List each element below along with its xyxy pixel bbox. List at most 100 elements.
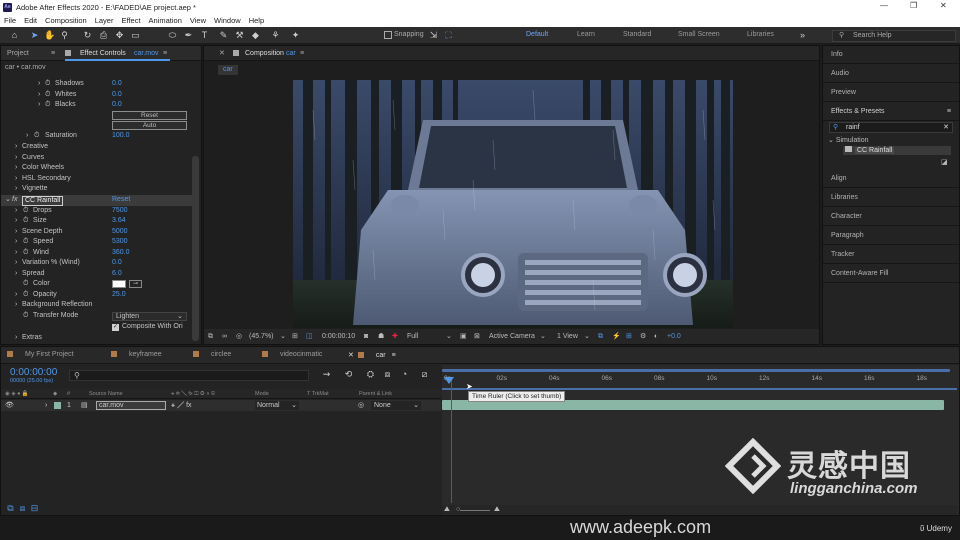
layer-label-color[interactable] xyxy=(54,402,61,409)
composition-viewer[interactable] xyxy=(293,80,733,328)
tab-project[interactable]: Project xyxy=(7,46,29,61)
transparency-grid-icon[interactable]: ⊠ xyxy=(474,329,480,344)
prop-value[interactable]: 25.0 xyxy=(112,290,126,301)
eye-icon[interactable]: 👁 xyxy=(5,400,14,411)
clone-stamp-tool-icon[interactable]: ⚒ xyxy=(234,30,245,41)
menu-window[interactable]: Window xyxy=(214,16,241,25)
tab-car[interactable]: ✕ car ≡ xyxy=(348,351,396,359)
ec-group-vignette[interactable]: › Vignette xyxy=(1,184,196,195)
zoom-tool-icon[interactable]: ⚲ xyxy=(59,30,70,41)
col-mode[interactable]: Mode xyxy=(255,389,269,399)
stopwatch-icon[interactable]: ⏱ xyxy=(23,237,28,248)
workspace-standard[interactable]: Standard xyxy=(623,31,651,38)
roto-brush-tool-icon[interactable]: ⚘ xyxy=(270,30,281,41)
panel-tracker[interactable]: Tracker xyxy=(823,246,959,264)
prop-value[interactable]: 3.64 xyxy=(112,216,126,227)
ec-group-creative[interactable]: › Creative xyxy=(1,142,196,153)
exposure-icon[interactable]: ◐ xyxy=(654,329,658,344)
ec-prop-variation-wind[interactable]: › Variation % (Wind) 0.0 xyxy=(1,258,196,269)
view-layout-dropdown[interactable]: 1 View xyxy=(557,329,578,344)
tab-keyframee[interactable]: keyframee xyxy=(111,351,162,358)
layer-switches[interactable]: ⚹ ╱ fx xyxy=(171,400,192,411)
stopwatch-icon[interactable]: ⏱ xyxy=(23,311,28,322)
time-ruler[interactable]: 0s 02s 04s 06s 08s 10s 12s 14s 16s 18s xyxy=(442,375,957,387)
grid-icon[interactable]: ◫ xyxy=(306,329,313,344)
stopwatch-icon[interactable]: ⏱ xyxy=(23,216,28,227)
close-tab-icon[interactable]: ✕ xyxy=(348,352,354,359)
mask-visibility-icon[interactable]: ◎ xyxy=(236,329,242,344)
snap-edge-icon[interactable]: ⛶ xyxy=(443,30,454,41)
panel-info[interactable]: Info xyxy=(823,46,959,64)
snapshot-icon[interactable]: ◙ xyxy=(364,329,368,344)
ec-prop-drops[interactable]: › ⏱ Drops 7500 xyxy=(1,206,196,217)
minimize-icon[interactable]: — xyxy=(880,1,888,10)
menu-animation[interactable]: Animation xyxy=(149,16,182,25)
close-tab-icon[interactable]: ✕ xyxy=(219,46,225,61)
panel-menu-icon[interactable]: ≡ xyxy=(300,46,304,61)
rectangle-tool-icon[interactable]: ▭ xyxy=(130,30,141,41)
stopwatch-icon[interactable]: ⏱ xyxy=(23,248,28,259)
ec-group-color-wheels[interactable]: › Color Wheels xyxy=(1,163,196,174)
prop-value[interactable]: 100.0 xyxy=(112,131,130,142)
prop-value[interactable]: 0.0 xyxy=(112,90,122,101)
safe-margins-icon[interactable]: ⊞ xyxy=(292,329,298,344)
menu-icon[interactable]: ≡ xyxy=(51,46,55,61)
menu-composition[interactable]: Composition xyxy=(45,16,87,25)
stopwatch-icon[interactable]: ⏱ xyxy=(23,279,28,290)
ec-prop-wind[interactable]: › ⏱ Wind 360.0 xyxy=(1,248,196,259)
zoom-in-icon[interactable]: ⛰ xyxy=(494,505,500,515)
ec-row-whites[interactable]: › ⏱ Whites 0.0 xyxy=(1,90,196,101)
reset-button[interactable]: Reset xyxy=(112,111,187,120)
fx-icon[interactable]: fx xyxy=(12,195,17,206)
tab-circlee[interactable]: circlee xyxy=(193,351,231,358)
close-icon[interactable]: ✕ xyxy=(940,1,947,10)
prop-value[interactable]: 5300 xyxy=(112,237,128,248)
3d-glasses-icon[interactable]: ∞ xyxy=(222,329,227,344)
playhead-line[interactable] xyxy=(451,378,452,503)
stopwatch-icon[interactable]: ⏱ xyxy=(23,206,28,217)
eyedropper-icon[interactable]: ⊸ xyxy=(129,280,142,288)
menu-layer[interactable]: Layer xyxy=(95,16,114,25)
channel-icon[interactable]: ✚ xyxy=(392,329,398,344)
menu-file[interactable]: File xyxy=(4,16,16,25)
workspace-small-screen[interactable]: Small Screen xyxy=(678,31,720,38)
effects-search-input[interactable]: ⚲ rainf ✕ xyxy=(829,122,953,133)
ellipse-tool-icon[interactable]: ⬭ xyxy=(167,30,178,41)
ec-prop-background-reflection[interactable]: › Background Reflection xyxy=(1,300,196,311)
show-snapshot-icon[interactable]: ☗ xyxy=(378,329,384,344)
panel-content-aware-fill[interactable]: Content-Aware Fill xyxy=(823,265,959,283)
pen-tool-icon[interactable]: ✒ xyxy=(183,30,194,41)
ec-prop-scene-depth[interactable]: › Scene Depth 5000 xyxy=(1,227,196,238)
prop-value[interactable]: 7500 xyxy=(112,206,128,217)
tab-composition[interactable]: Composition xyxy=(245,46,284,61)
type-tool-icon[interactable]: T xyxy=(199,30,210,41)
prop-value[interactable]: 6.0 xyxy=(112,269,122,280)
new-preset-icon[interactable]: ◪ xyxy=(941,158,948,166)
comp-mini-flowchart-icon[interactable]: ⇝ xyxy=(321,369,332,380)
camera-tool-icon[interactable]: ⎙ xyxy=(98,30,109,41)
snapping-checkbox[interactable] xyxy=(384,31,392,39)
pan-behind-tool-icon[interactable]: ✥ xyxy=(114,30,125,41)
col-source-name[interactable]: Source Name xyxy=(89,389,123,399)
snap-feature-icon[interactable]: ⇲ xyxy=(428,30,439,41)
prop-value[interactable]: 360.0 xyxy=(112,248,130,259)
ec-effect-cc-rainfall[interactable]: ⌄ fx CC Rainfall Reset xyxy=(1,195,196,206)
search-help-input[interactable]: ⚲ Search Help xyxy=(832,30,956,42)
panel-libraries[interactable]: Libraries xyxy=(823,189,959,207)
ec-group-hsl-secondary[interactable]: › HSL Secondary xyxy=(1,174,196,185)
flowchart-icon[interactable]: ⚙ xyxy=(640,329,646,344)
ec-prop-speed[interactable]: › ⏱ Speed 5300 xyxy=(1,237,196,248)
panel-paragraph[interactable]: Paragraph xyxy=(823,227,959,245)
timeline-current-time[interactable]: 0:00:00:00 xyxy=(10,367,57,378)
menu-edit[interactable]: Edit xyxy=(24,16,37,25)
ec-group-curves[interactable]: › Curves xyxy=(1,153,196,164)
current-time[interactable]: 0:00:00:10 xyxy=(322,329,355,344)
resolution-dropdown[interactable]: Full xyxy=(407,329,418,344)
work-area-bar[interactable] xyxy=(442,369,950,372)
shy-layers-icon[interactable]: ⛭ xyxy=(365,369,376,380)
puppet-tool-icon[interactable]: ✦ xyxy=(290,30,301,41)
more-workspaces-icon[interactable]: » xyxy=(797,30,808,41)
menu-effect[interactable]: Effect xyxy=(121,16,140,25)
brush-tool-icon[interactable]: ✎ xyxy=(218,30,229,41)
effect-result-cc-rainfall[interactable]: CC Rainfall xyxy=(843,146,951,155)
